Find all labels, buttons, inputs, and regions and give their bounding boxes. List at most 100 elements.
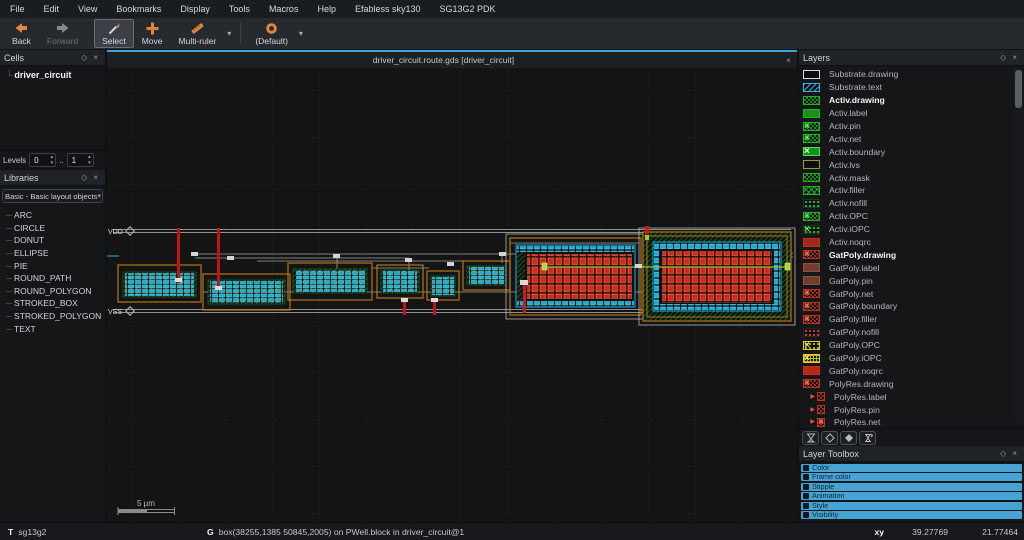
layer-style-swatch[interactable] <box>803 238 820 247</box>
layer-style-swatch[interactable] <box>803 263 820 272</box>
layer-row[interactable]: GatPoly.noqrc <box>799 364 1024 377</box>
layer-style-swatch[interactable] <box>817 392 825 401</box>
library-item[interactable]: ─ ELLIPSE <box>6 247 105 260</box>
layer-style-swatch[interactable] <box>803 328 820 337</box>
layer-row[interactable]: GatPoly.iOPC <box>799 352 1024 365</box>
multi-ruler-tool-button[interactable]: Multi-ruler <box>171 19 225 48</box>
layer-style-swatch[interactable] <box>803 122 820 131</box>
layer-style-swatch[interactable] <box>803 276 820 285</box>
menu-item-view[interactable]: View <box>78 4 97 14</box>
layer-toolbox-row[interactable]: Stipple <box>801 483 1022 491</box>
library-item[interactable]: ─ DONUT <box>6 234 105 247</box>
layer-style-swatch[interactable] <box>803 315 820 324</box>
layer-row[interactable]: Activ.nofill <box>799 197 1024 210</box>
menu-item-tools[interactable]: Tools <box>229 4 250 14</box>
float-panel-icon[interactable]: ◇ <box>997 53 1009 62</box>
layer-style-swatch[interactable] <box>803 354 820 363</box>
library-item[interactable]: ─ CIRCLE <box>6 222 105 235</box>
library-item[interactable]: ─ TEXT <box>6 322 105 335</box>
menu-item-help[interactable]: Help <box>317 4 336 14</box>
levels-from-spinner[interactable]: 0 ▴▾ <box>29 153 56 167</box>
layer-style-swatch[interactable] <box>803 302 820 311</box>
layer-style-swatch[interactable] <box>803 379 820 388</box>
levels-to-spinner[interactable]: 1 ▴▾ <box>67 153 94 167</box>
layer-row[interactable]: Substrate.drawing <box>799 68 1024 81</box>
spinner-arrows-icon[interactable]: ▴▾ <box>51 154 54 166</box>
layer-toolbox-row[interactable]: Frame color <box>801 473 1022 481</box>
float-panel-icon[interactable]: ◇ <box>78 173 90 182</box>
layer-style-swatch[interactable] <box>803 160 820 169</box>
menu-item-bookmarks[interactable]: Bookmarks <box>116 4 161 14</box>
layer-toolbox-row[interactable]: Color <box>801 464 1022 472</box>
layer-style-swatch[interactable] <box>817 405 825 414</box>
layer-row[interactable]: Substrate.text <box>799 81 1024 94</box>
layer-row[interactable]: Activ.OPC <box>799 210 1024 223</box>
toolbox-expander-icon[interactable] <box>803 512 809 518</box>
menu-item-sg13g2-pdk[interactable]: SG13G2 PDK <box>440 4 496 14</box>
layer-style-swatch[interactable] <box>803 96 820 105</box>
menu-item-macros[interactable]: Macros <box>269 4 299 14</box>
toolbox-expander-icon[interactable] <box>803 474 809 480</box>
layer-toolbox-row[interactable]: Animation <box>801 492 1022 500</box>
layer-style-swatch[interactable] <box>803 199 820 208</box>
layer-style-swatch[interactable] <box>803 147 820 156</box>
layer-style-swatch[interactable] <box>803 250 820 259</box>
menu-item-edit[interactable]: Edit <box>44 4 60 14</box>
layer-row[interactable]: GatPoly.filler <box>799 313 1024 326</box>
library-item[interactable]: ─ PIE <box>6 259 105 272</box>
float-panel-icon[interactable]: ◇ <box>78 53 90 62</box>
library-select[interactable]: Basic - Basic layout objects ▾ <box>2 189 103 203</box>
library-item[interactable]: ─ ROUND_POLYGON <box>6 285 105 298</box>
float-panel-icon[interactable]: ◇ <box>997 449 1009 458</box>
layer-row[interactable]: GatPoly.OPC <box>799 339 1024 352</box>
layer-style-swatch[interactable] <box>803 341 820 350</box>
layer-row[interactable]: Activ.drawing <box>799 94 1024 107</box>
layer-toolbox-row[interactable]: Style <box>801 502 1022 510</box>
layer-row[interactable]: ▶ PolyRes.label <box>799 390 1024 403</box>
forward-button[interactable]: Forward <box>39 19 86 48</box>
tab-close-icon[interactable]: × <box>780 55 797 65</box>
layer-row[interactable]: GatPoly.boundary <box>799 300 1024 313</box>
spinner-arrows-icon[interactable]: ▴▾ <box>88 154 91 166</box>
layer-row[interactable]: GatPoly.label <box>799 261 1024 274</box>
menu-item-efabless-sky130[interactable]: Efabless sky130 <box>355 4 421 14</box>
mode-dropdown-chevron-icon[interactable]: ▾ <box>296 19 306 48</box>
library-item[interactable]: ─ ARC <box>6 209 105 222</box>
layers-scrollbar-thumb[interactable] <box>1015 70 1022 108</box>
toolbox-expander-icon[interactable] <box>803 503 809 509</box>
menu-item-file[interactable]: File <box>10 4 25 14</box>
library-item[interactable]: ─ STROKED_BOX <box>6 297 105 310</box>
close-panel-icon[interactable]: × <box>1009 449 1020 458</box>
diamond-frame-icon[interactable] <box>821 431 838 445</box>
library-item[interactable]: ─ ROUND_PATH <box>6 272 105 285</box>
library-item[interactable]: ─ STROKED_POLYGON <box>6 310 105 323</box>
toolbox-expander-icon[interactable] <box>803 493 809 499</box>
layer-row[interactable]: Activ.mask <box>799 171 1024 184</box>
layer-row[interactable]: Activ.noqrc <box>799 236 1024 249</box>
select-tool-button[interactable]: Select <box>94 19 134 48</box>
close-panel-icon[interactable]: × <box>1009 53 1020 62</box>
back-button[interactable]: Back <box>4 19 39 48</box>
layer-style-swatch[interactable] <box>803 83 820 92</box>
layer-style-swatch[interactable] <box>803 109 820 118</box>
layer-style-swatch[interactable] <box>803 289 820 298</box>
close-panel-icon[interactable]: × <box>90 53 101 62</box>
layer-row[interactable]: Activ.iOPC <box>799 223 1024 236</box>
layer-row[interactable]: Activ.boundary <box>799 145 1024 158</box>
layer-toolbox-row[interactable]: Visibility <box>801 511 1022 519</box>
layer-row[interactable]: GatPoly.nofill <box>799 326 1024 339</box>
layer-row[interactable]: GatPoly.pin <box>799 274 1024 287</box>
menu-item-display[interactable]: Display <box>180 4 210 14</box>
layer-row[interactable]: PolyRes.drawing <box>799 377 1024 390</box>
move-tool-button[interactable]: Move <box>134 19 171 48</box>
hourglass-filter-icon[interactable] <box>802 431 819 445</box>
default-mode-button[interactable]: (Default) <box>247 19 296 48</box>
close-panel-icon[interactable]: × <box>90 173 101 182</box>
layer-style-swatch[interactable] <box>803 134 820 143</box>
layer-row[interactable]: GatPoly.net <box>799 287 1024 300</box>
layer-row[interactable]: GatPoly.drawing <box>799 248 1024 261</box>
layer-style-swatch[interactable] <box>803 212 820 221</box>
layer-row[interactable]: ▶ PolyRes.pin <box>799 403 1024 416</box>
layer-style-swatch[interactable] <box>803 173 820 182</box>
layer-row[interactable]: Activ.net <box>799 132 1024 145</box>
